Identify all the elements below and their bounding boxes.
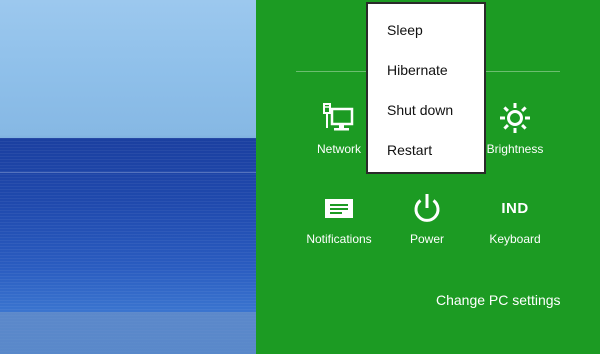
keyboard-language-text: IND [501, 199, 529, 217]
power-tile[interactable]: Power [382, 188, 472, 246]
keyboard-icon: IND [470, 188, 560, 228]
shore [0, 312, 256, 354]
shut-down-menu-item[interactable]: Shut down [368, 90, 484, 130]
notifications-label: Notifications [306, 232, 372, 246]
power-label: Power [409, 232, 444, 246]
notifications-tile[interactable]: Notifications [294, 188, 384, 246]
restart-menu-item[interactable]: Restart [368, 130, 484, 170]
notifications-icon [294, 188, 384, 228]
keyboard-label: Keyboard [489, 232, 541, 246]
horizon [0, 172, 256, 173]
desktop-wallpaper [0, 0, 256, 354]
keyboard-tile[interactable]: IND Keyboard [470, 188, 560, 247]
sleep-menu-item[interactable]: Sleep [368, 4, 484, 50]
power-options-menu: Sleep Hibernate Shut down Restart [366, 2, 486, 174]
hibernate-menu-item[interactable]: Hibernate [368, 50, 484, 90]
change-pc-settings-link[interactable]: Change PC settings [436, 292, 561, 308]
power-icon [382, 188, 472, 228]
